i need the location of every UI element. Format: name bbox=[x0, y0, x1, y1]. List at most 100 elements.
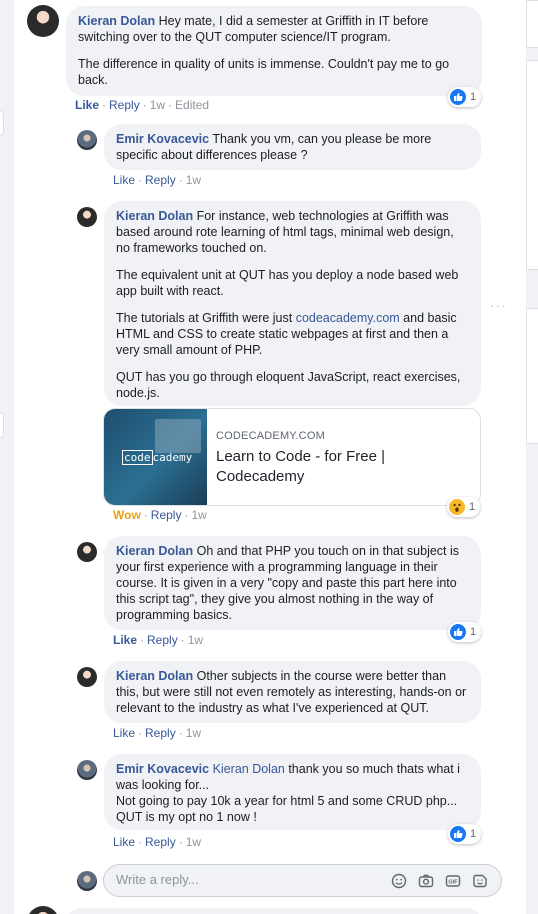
separator: · bbox=[138, 173, 143, 187]
reaction-count: 1 bbox=[470, 828, 477, 840]
separator: · bbox=[180, 633, 185, 647]
comment-author[interactable]: Kieran Dolan bbox=[78, 14, 155, 28]
sticker-icon[interactable] bbox=[471, 872, 489, 890]
wow-icon bbox=[449, 499, 465, 515]
link-preview-image: code cademy bbox=[104, 409, 207, 505]
avatar[interactable] bbox=[77, 760, 97, 780]
reply-author[interactable]: Kieran Dolan bbox=[116, 209, 193, 223]
like-icon bbox=[450, 89, 466, 105]
separator: · bbox=[178, 173, 183, 187]
logo-text: cademy bbox=[152, 451, 193, 464]
gif-icon[interactable]: GIF bbox=[444, 872, 462, 890]
reaction-count: 1 bbox=[470, 626, 477, 638]
reply-link[interactable]: Reply bbox=[145, 173, 176, 187]
edge-card bbox=[526, 60, 538, 270]
edge-card bbox=[526, 0, 538, 48]
reply-author[interactable]: Kieran Dolan bbox=[116, 669, 193, 683]
reply-author[interactable]: Emir Kovacevic bbox=[116, 132, 209, 146]
reply-input[interactable] bbox=[116, 872, 376, 887]
comment-bubble: Kieran Dolan Hey mate, I did a semester … bbox=[66, 6, 482, 96]
like-link[interactable]: Like bbox=[75, 98, 99, 112]
reply-paragraph: Emir Kovacevic Kieran Dolan thank you so… bbox=[116, 761, 469, 825]
reply-actions: Like · Reply · 1w bbox=[113, 633, 203, 647]
reply-link[interactable]: Reply bbox=[145, 726, 176, 740]
reply-link[interactable]: Reply bbox=[145, 835, 176, 849]
reply-paragraph: Kieran Dolan Other subjects in the cours… bbox=[116, 668, 469, 716]
camera-icon[interactable] bbox=[417, 872, 435, 890]
reply-paragraph: The tutorials at Griffith were just code… bbox=[116, 310, 469, 358]
reply-composer[interactable]: GIF bbox=[103, 864, 502, 897]
link-preview-card[interactable]: code cademy CODECADEMY.COM Learn to Code … bbox=[103, 408, 481, 506]
reply-text: Not going to pay 10k a year for html 5 a… bbox=[116, 794, 458, 808]
reply-text: QUT has you go through eloquent JavaScri… bbox=[116, 370, 461, 400]
comment-bubble bbox=[66, 908, 482, 914]
reply-bubble: Kieran Dolan Oh and that PHP you touch o… bbox=[104, 536, 481, 630]
edge-card bbox=[0, 110, 4, 136]
timestamp[interactable]: 1w bbox=[186, 173, 201, 187]
timestamp[interactable]: 1w bbox=[186, 835, 201, 849]
avatar[interactable] bbox=[77, 667, 97, 687]
avatar[interactable] bbox=[27, 5, 59, 37]
edited-label[interactable]: Edited bbox=[175, 98, 209, 112]
comment-paragraph: Kieran Dolan Hey mate, I did a semester … bbox=[78, 13, 470, 45]
reply-text: QUT is my opt no 1 now ! bbox=[116, 810, 257, 824]
composer-icons: GIF bbox=[390, 872, 489, 890]
reply-actions: Like · Reply · 1w bbox=[113, 726, 201, 740]
reply-link[interactable]: Reply bbox=[151, 508, 182, 522]
smiley-icon[interactable] bbox=[390, 872, 408, 890]
reply-bubble: Kieran Dolan Other subjects in the cours… bbox=[104, 661, 481, 723]
avatar[interactable] bbox=[77, 130, 97, 150]
reply-bubble: Emir Kovacevic Thank you vm, can you ple… bbox=[104, 124, 481, 170]
separator: · bbox=[168, 98, 173, 112]
timestamp[interactable]: 1w bbox=[186, 726, 201, 740]
reaction-summary[interactable]: 1 bbox=[448, 622, 482, 642]
reply-actions: Like · Reply · 1w bbox=[113, 835, 201, 849]
reply-bubble: Kieran Dolan For instance, web technolog… bbox=[104, 201, 481, 406]
reply-paragraph: Emir Kovacevic Thank you vm, can you ple… bbox=[116, 131, 469, 163]
like-link[interactable]: Like bbox=[113, 726, 135, 740]
reply-author[interactable]: Kieran Dolan bbox=[116, 544, 193, 558]
separator: · bbox=[138, 726, 143, 740]
like-icon bbox=[450, 624, 466, 640]
comment-actions: Like · Reply · 1w · Edited bbox=[75, 98, 209, 112]
reply-text: The equivalent unit at QUT has you deplo… bbox=[116, 268, 459, 298]
reply-link[interactable]: Reply bbox=[147, 633, 178, 647]
edge-card bbox=[0, 412, 4, 438]
like-link[interactable]: Like bbox=[113, 835, 135, 849]
separator: · bbox=[143, 508, 148, 522]
reply-actions: Wow · Reply · 1w bbox=[113, 508, 207, 522]
separator: · bbox=[184, 508, 189, 522]
reply-text: The tutorials at Griffith were just bbox=[116, 311, 296, 325]
monitor-graphic bbox=[155, 419, 201, 453]
more-options-icon[interactable]: ··· bbox=[490, 297, 507, 313]
separator: · bbox=[142, 98, 147, 112]
codecademy-logo: code cademy bbox=[122, 450, 193, 465]
reply-bubble: Emir Kovacevic Kieran Dolan thank you so… bbox=[104, 754, 481, 830]
link-title[interactable]: Learn to Code - for Free | Codecademy bbox=[216, 447, 466, 487]
reaction-summary[interactable]: 1 bbox=[448, 824, 482, 844]
separator: · bbox=[140, 633, 145, 647]
separator: · bbox=[178, 726, 183, 740]
separator: · bbox=[138, 835, 143, 849]
timestamp[interactable]: 1w bbox=[188, 633, 203, 647]
reply-actions: Like · Reply · 1w bbox=[113, 173, 201, 187]
like-link[interactable]: Like bbox=[113, 173, 135, 187]
reaction-summary[interactable]: 1 bbox=[447, 497, 481, 517]
reply-author[interactable]: Emir Kovacevic bbox=[116, 762, 209, 776]
codeacademy-link[interactable]: codeacademy.com bbox=[296, 311, 400, 325]
timestamp[interactable]: 1w bbox=[150, 98, 165, 112]
reaction-count: 1 bbox=[469, 501, 476, 513]
mention-link[interactable]: Kieran Dolan bbox=[213, 762, 285, 776]
reply-link[interactable]: Reply bbox=[109, 98, 140, 112]
reaction-summary[interactable]: 1 bbox=[448, 87, 482, 107]
avatar[interactable] bbox=[77, 207, 97, 227]
reply-paragraph: Kieran Dolan Oh and that PHP you touch o… bbox=[116, 543, 469, 623]
link-domain: CODECADEMY.COM bbox=[216, 430, 325, 442]
current-user-avatar[interactable] bbox=[77, 871, 97, 891]
reaction-count: 1 bbox=[470, 91, 477, 103]
wow-reaction-link[interactable]: Wow bbox=[113, 508, 141, 522]
timestamp[interactable]: 1w bbox=[191, 508, 206, 522]
separator: · bbox=[102, 98, 107, 112]
like-link[interactable]: Like bbox=[113, 633, 137, 647]
avatar[interactable] bbox=[77, 542, 97, 562]
